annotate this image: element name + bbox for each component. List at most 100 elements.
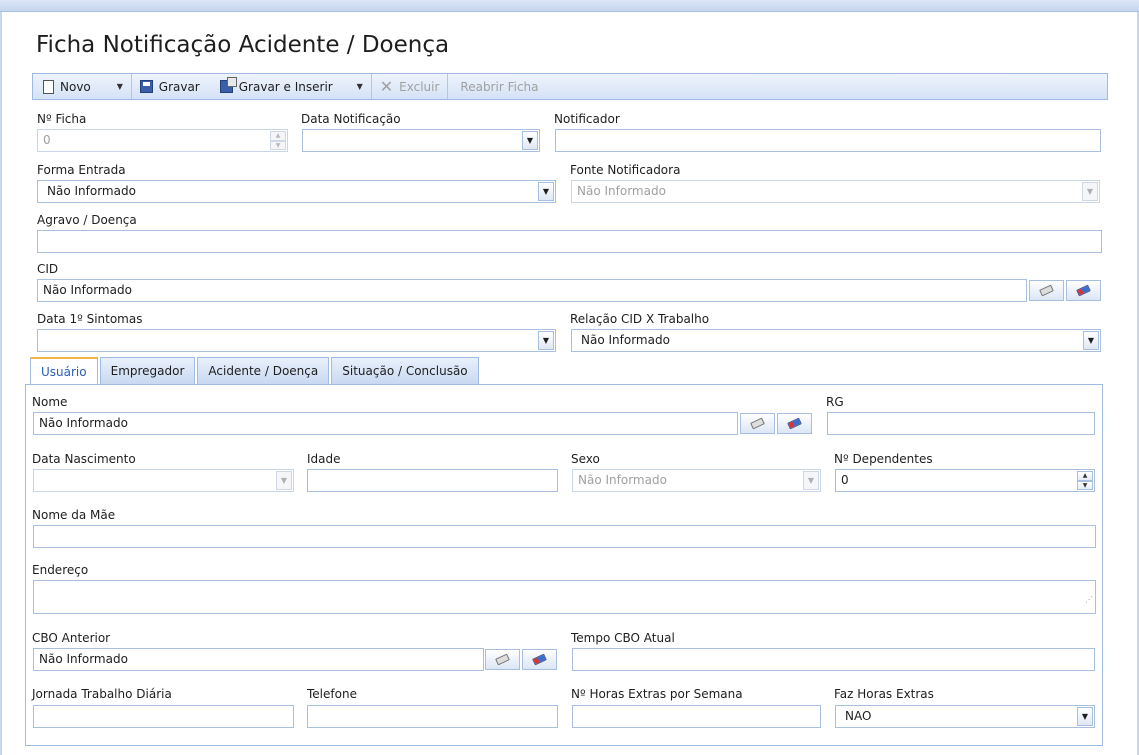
relacao-cid-select[interactable]: Não Informado ▼ xyxy=(571,329,1101,352)
faz-horas-extras-label: Faz Horas Extras xyxy=(834,687,934,701)
fonte-notificadora-value: Não Informado xyxy=(577,184,666,198)
rg-input[interactable] xyxy=(827,412,1095,435)
data-nascimento-label: Data Nascimento xyxy=(32,452,136,466)
cbo-anterior-value: Não Informado xyxy=(39,652,128,666)
chevron-down-icon[interactable]: ▼ xyxy=(1077,707,1093,726)
spin-up-icon[interactable]: ▲ xyxy=(270,131,286,141)
chevron-down-icon[interactable]: ▼ xyxy=(276,471,292,490)
agravo-label: Agravo / Doença xyxy=(37,213,137,227)
tab-usuario[interactable]: Usuário xyxy=(30,357,98,385)
eraser-icon xyxy=(1039,284,1054,297)
chevron-down-icon[interactable]: ▼ xyxy=(538,331,554,350)
n-ficha-spinner[interactable]: ▲ ▼ xyxy=(270,131,286,150)
tempo-cbo-input[interactable] xyxy=(572,648,1095,671)
agravo-input[interactable] xyxy=(37,230,1102,253)
tab-strip: Usuário Empregador Acidente / Doença Sit… xyxy=(30,357,479,385)
chevron-down-icon[interactable]: ▼ xyxy=(522,131,538,150)
data-sintomas-input[interactable]: ▼ xyxy=(37,329,556,352)
idade-label: Idade xyxy=(307,452,341,466)
n-ficha-value: 0 xyxy=(43,133,51,147)
nome-clear-button[interactable] xyxy=(740,413,775,434)
gravar-button[interactable]: Gravar xyxy=(132,74,208,99)
horas-extras-semana-label: Nº Horas Extras por Semana xyxy=(571,687,743,701)
save-icon xyxy=(139,80,153,93)
forma-entrada-select[interactable]: Não Informado ▼ xyxy=(37,180,556,203)
eraser-icon xyxy=(750,417,765,430)
window-frame-left xyxy=(0,12,2,755)
n-dependentes-input[interactable]: 0 ▲ ▼ xyxy=(835,469,1095,492)
new-document-icon xyxy=(43,79,54,94)
toolbar: Novo ▼ Gravar Gravar e Inserir ▼ ✕ Exclu… xyxy=(32,73,1108,100)
spin-up-icon[interactable]: ▲ xyxy=(1077,471,1093,481)
cid-clear-button[interactable] xyxy=(1029,280,1064,301)
chevron-down-icon[interactable]: ▼ xyxy=(803,471,819,490)
tab-acidente-doenca[interactable]: Acidente / Doença xyxy=(197,357,330,384)
resize-grip-icon[interactable]: ⋰ xyxy=(1085,589,1093,610)
nome-label: Nome xyxy=(32,395,68,409)
tab-panel-usuario: Nome Não Informado RG Data Nascimento ▼ … xyxy=(25,384,1103,746)
horas-extras-semana-input[interactable] xyxy=(572,705,821,728)
reabrir-ficha-label: Reabrir Ficha xyxy=(460,79,539,94)
chevron-down-icon[interactable]: ▼ xyxy=(1082,182,1098,201)
gravar-inserir-button[interactable]: Gravar e Inserir xyxy=(208,74,341,99)
page-title: Ficha Notificação Acidente / Doença xyxy=(36,32,450,58)
color-eraser-icon xyxy=(532,653,547,666)
data-notificacao-input[interactable]: ▼ xyxy=(302,129,540,152)
cbo-clear-button[interactable] xyxy=(485,649,520,670)
nome-search-button[interactable] xyxy=(777,413,812,434)
nome-value: Não Informado xyxy=(39,416,128,430)
n-dependentes-value: 0 xyxy=(841,473,849,487)
reabrir-ficha-button[interactable]: Reabrir Ficha xyxy=(448,74,546,99)
endereco-textarea[interactable]: ⋰ xyxy=(33,580,1096,614)
excluir-button[interactable]: ✕ Excluir xyxy=(372,74,448,99)
data-nascimento-input[interactable]: ▼ xyxy=(33,469,294,492)
notificador-input[interactable] xyxy=(555,129,1101,152)
nome-mae-label: Nome da Mãe xyxy=(32,508,116,522)
jornada-input[interactable] xyxy=(33,705,294,728)
eraser-icon xyxy=(495,653,510,666)
save-insert-icon xyxy=(219,77,237,93)
nome-mae-input[interactable] xyxy=(33,525,1096,548)
idade-input[interactable] xyxy=(307,469,558,492)
sexo-select[interactable]: Não Informado ▼ xyxy=(572,469,821,492)
relacao-cid-value: Não Informado xyxy=(581,333,670,347)
gravar-inserir-dropdown-arrow[interactable]: ▼ xyxy=(349,74,371,99)
color-eraser-icon xyxy=(1076,284,1091,297)
color-eraser-icon xyxy=(787,417,802,430)
jornada-label: Jornada Trabalho Diária xyxy=(32,687,172,701)
n-ficha-input[interactable]: 0 ▲ ▼ xyxy=(37,129,288,152)
data-notificacao-label: Data Notificação xyxy=(301,112,401,126)
window-top-strip xyxy=(0,0,1139,12)
data-sintomas-label: Data 1º Sintomas xyxy=(37,312,143,326)
cbo-anterior-label: CBO Anterior xyxy=(32,631,111,645)
n-dependentes-spinner[interactable]: ▲ ▼ xyxy=(1077,471,1093,490)
tab-situacao-conclusao[interactable]: Situação / Conclusão xyxy=(331,357,479,384)
novo-button[interactable]: Novo xyxy=(33,74,99,99)
tempo-cbo-label: Tempo CBO Atual xyxy=(571,631,675,645)
chevron-down-icon[interactable]: ▼ xyxy=(538,182,554,201)
fonte-notificadora-select[interactable]: Não Informado ▼ xyxy=(571,180,1100,203)
sexo-label: Sexo xyxy=(571,452,600,466)
faz-horas-extras-select[interactable]: NAO ▼ xyxy=(835,705,1095,728)
telefone-input[interactable] xyxy=(307,705,558,728)
spin-down-icon[interactable]: ▼ xyxy=(1077,480,1093,490)
n-ficha-label: Nº Ficha xyxy=(37,112,87,126)
faz-horas-extras-value: NAO xyxy=(845,709,872,723)
fonte-notificadora-label: Fonte Notificadora xyxy=(570,163,681,177)
nome-input[interactable]: Não Informado xyxy=(33,412,738,435)
chevron-down-icon[interactable]: ▼ xyxy=(1083,331,1099,350)
cid-value: Não Informado xyxy=(43,283,132,297)
endereco-label: Endereço xyxy=(32,563,89,577)
telefone-label: Telefone xyxy=(307,687,357,701)
spin-down-icon[interactable]: ▼ xyxy=(270,140,286,150)
novo-label: Novo xyxy=(60,79,91,94)
sexo-value: Não Informado xyxy=(578,473,667,487)
cid-search-button[interactable] xyxy=(1066,280,1101,301)
notificador-label: Notificador xyxy=(554,112,620,126)
cbo-anterior-input[interactable]: Não Informado xyxy=(33,648,484,671)
novo-dropdown-arrow[interactable]: ▼ xyxy=(109,74,131,99)
cid-input[interactable]: Não Informado xyxy=(37,279,1027,302)
forma-entrada-value: Não Informado xyxy=(47,184,136,198)
cbo-search-button[interactable] xyxy=(522,649,557,670)
tab-empregador[interactable]: Empregador xyxy=(99,357,196,384)
